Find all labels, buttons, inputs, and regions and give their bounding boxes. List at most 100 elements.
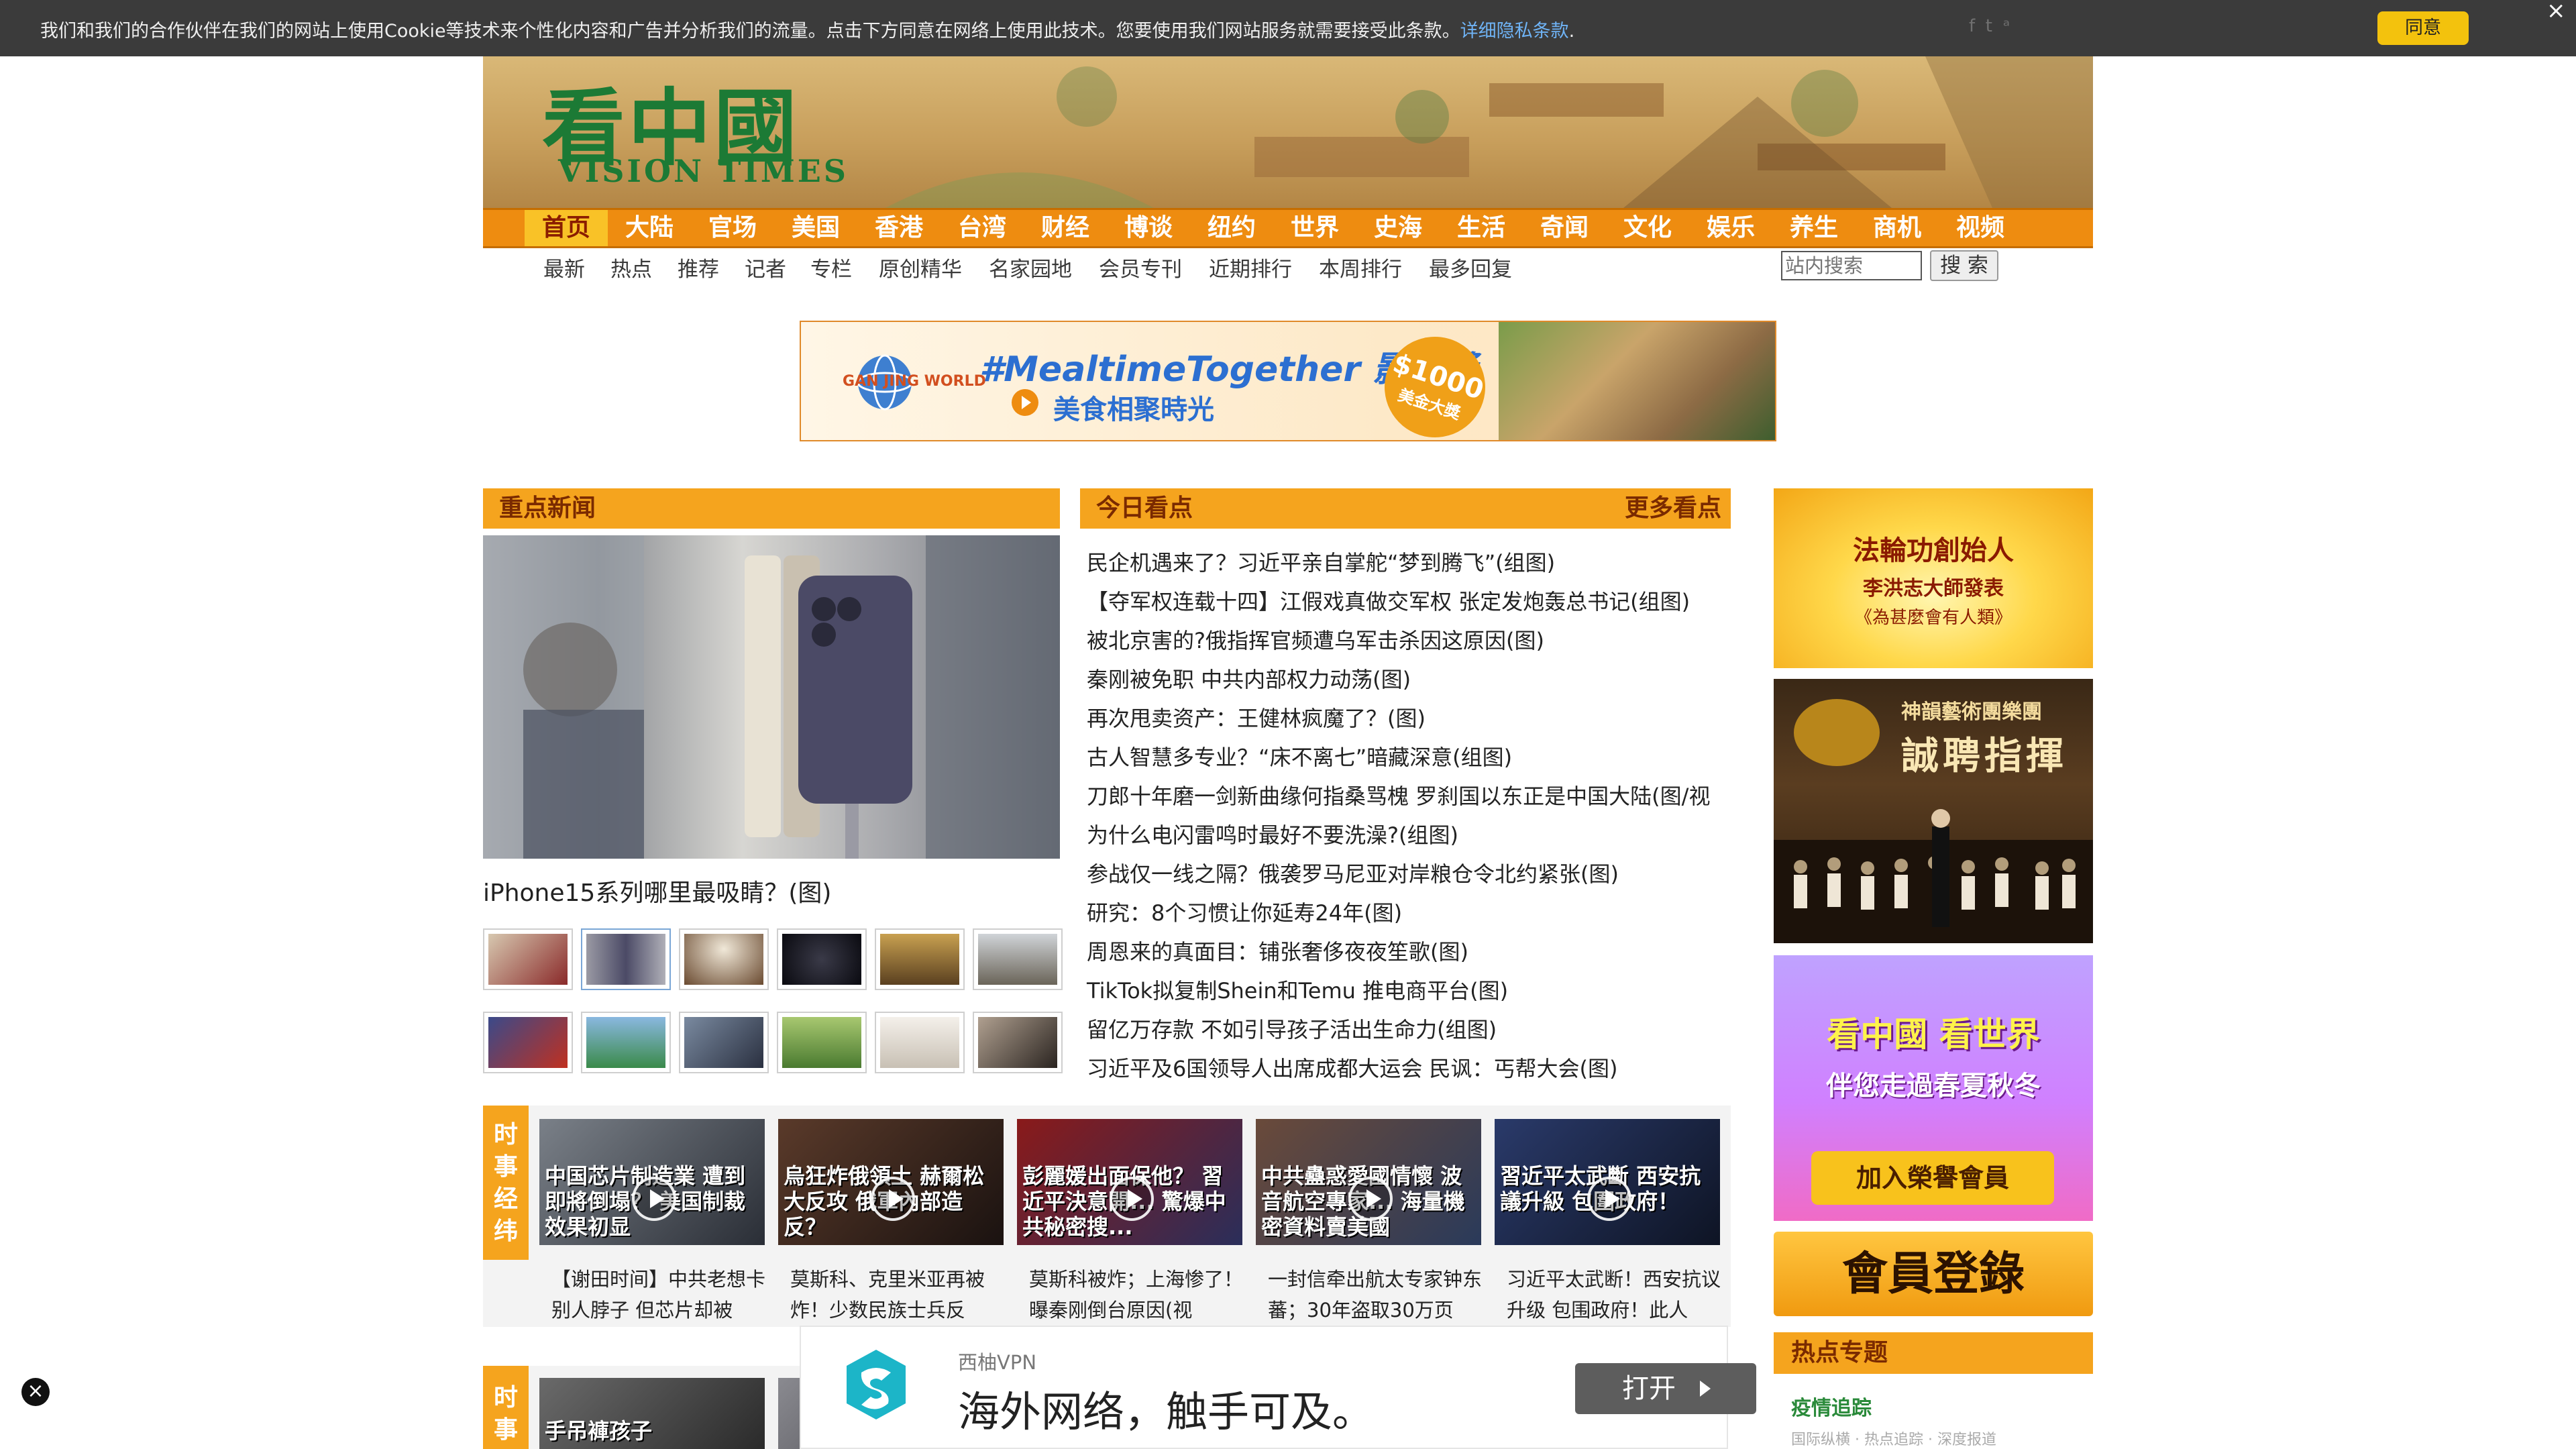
subnav-reporters[interactable]: 记者 — [745, 252, 786, 282]
hot-topic-link[interactable]: 国际纵横 · 热点追踪 · 深度报道 — [1791, 1428, 1996, 1449]
nav-item-entertainment[interactable]: 娱乐 — [1689, 210, 1772, 246]
nav-item-newyork[interactable]: 纽约 — [1190, 210, 1273, 246]
nav-item-usa[interactable]: 美国 — [774, 210, 857, 246]
news-link[interactable]: 周恩来的真面目：铺张奢侈夜夜笙歌(图) — [1087, 935, 1468, 966]
news-thumbnail[interactable] — [483, 928, 573, 990]
more-highlights-link[interactable]: 更多看点 — [1625, 488, 1721, 529]
news-link[interactable]: 为什么电闪雷鸣时最好不要洗澡?(组图) — [1087, 818, 1458, 849]
join-membership-button[interactable]: 加入榮譽會員 — [1811, 1151, 2054, 1205]
subnav-columns[interactable]: 专栏 — [810, 252, 852, 282]
subnav-originals[interactable]: 原创精华 — [879, 252, 962, 282]
news-thumbnail[interactable] — [679, 1012, 769, 1073]
nav-item-taiwan[interactable]: 台湾 — [941, 210, 1024, 246]
subnav-recommended[interactable]: 推荐 — [678, 252, 719, 282]
nav-item-oddities[interactable]: 奇闻 — [1523, 210, 1606, 246]
news-link[interactable]: 民企机遇来了？习近平亲自掌舵“梦到腾飞”(组图) — [1087, 546, 1555, 577]
news-thumbnail[interactable] — [875, 1012, 965, 1073]
nav-item-life[interactable]: 生活 — [1440, 210, 1523, 246]
news-thumbnail[interactable] — [777, 928, 867, 990]
news-thumbnail[interactable] — [581, 1012, 671, 1073]
nav-item-officialdom[interactable]: 官场 — [691, 210, 774, 246]
news-thumbnail[interactable] — [875, 928, 965, 990]
subnav-latest[interactable]: 最新 — [543, 252, 585, 282]
facebook-icon[interactable]: f — [1969, 16, 1986, 36]
focus-news-header: 重点新闻 — [483, 488, 1060, 529]
subnav-week-rank[interactable]: 本周排行 — [1319, 252, 1402, 282]
nav-item-world[interactable]: 世界 — [1273, 210, 1356, 246]
play-icon[interactable] — [1348, 1177, 1393, 1221]
video-thumbnail[interactable]: 習近平太武斷 西安抗議升級 包圍政府！ — [1495, 1119, 1720, 1245]
privacy-terms-link[interactable]: 详细隐私条款 — [1460, 21, 1569, 42]
vpn-name: 西柚VPN — [958, 1351, 1037, 1374]
news-thumbnail[interactable] — [483, 1012, 573, 1073]
mealtime-ad-banner[interactable]: GAN JING WORLD #MealtimeTogether 影片獎 美食相… — [800, 321, 1776, 441]
play-icon[interactable] — [632, 1177, 676, 1221]
news-link[interactable]: TikTok拟复制Shein和Temu 推电商平台(图) — [1087, 974, 1508, 1005]
play-icon[interactable] — [1587, 1177, 1631, 1221]
vision-times-membership-ad[interactable]: 看中國 看世界 伴您走過春夏秋冬 加入榮譽會員 — [1774, 955, 2093, 1221]
nav-item-mainland[interactable]: 大陆 — [608, 210, 691, 246]
search-button[interactable]: 搜 索 — [1930, 250, 1998, 281]
news-link[interactable]: 习近平及6国领导人出席成都大运会 民讽：丐帮大会(图) — [1087, 1052, 1618, 1083]
member-login-button[interactable]: 會員登錄 — [1774, 1232, 2093, 1316]
nav-item-hongkong[interactable]: 香港 — [857, 210, 941, 246]
news-link[interactable]: 留亿万存款 不如引导孩子活出生命力(组图) — [1087, 1013, 1497, 1044]
video-caption[interactable]: 【谢田时间】中共老想卡别人脖子 但芯片却被 — [551, 1264, 773, 1326]
vpn-logo-icon — [847, 1350, 906, 1419]
close-ad-icon[interactable]: × — [21, 1378, 50, 1406]
nav-item-culture[interactable]: 文化 — [1606, 210, 1689, 246]
nav-item-home[interactable]: 首页 — [525, 210, 608, 246]
play-icon[interactable] — [871, 1177, 915, 1221]
video-thumbnail[interactable]: 中国芯片制造業 遭到即將倒塌？ 美国制裁效果初显 — [539, 1119, 765, 1245]
nav-item-finance[interactable]: 财经 — [1024, 210, 1107, 246]
featured-news-caption[interactable]: iPhone15系列哪里最吸睛？(图) — [483, 873, 831, 908]
shenyun-orchestra-ad[interactable]: 神韻藝術團樂團 誠聘指揮 — [1774, 679, 2093, 943]
video-caption[interactable]: 莫斯科、克里米亚再被炸！少数民族士兵反 — [790, 1264, 1012, 1326]
news-link[interactable]: 秦刚被免职 中共内部权力动荡(图) — [1087, 663, 1411, 694]
subnav-experts[interactable]: 名家园地 — [989, 252, 1072, 282]
video-thumbnail[interactable]: 烏狂炸俄領土 赫爾松大反攻 俄軍內部造反？ — [778, 1119, 1004, 1245]
falun-gong-article-ad[interactable]: 法輪功創始人 李洪志大師發表 《為甚麼會有人類》 — [1774, 488, 2093, 668]
nav-item-forum[interactable]: 博谈 — [1107, 210, 1190, 246]
news-thumbnail[interactable] — [973, 1012, 1063, 1073]
news-thumbnail[interactable] — [679, 928, 769, 990]
video-caption[interactable]: 莫斯科被炸；上海惨了！曝秦刚倒台原因(视 — [1029, 1264, 1250, 1326]
main-navigation: 首页 大陆 官场 美国 香港 台湾 财经 博谈 纽约 世界 史海 生活 奇闻 文… — [483, 208, 2093, 248]
vpn-ad-popup[interactable]: 西柚VPN 海外网络，触手可及。 打开 — [800, 1326, 1756, 1449]
nav-item-business[interactable]: 商机 — [1856, 210, 1939, 246]
cookie-agree-button[interactable]: 同意 — [2377, 11, 2469, 45]
featured-news-image[interactable] — [483, 535, 1060, 859]
vpn-open-button[interactable]: 打开 — [1575, 1363, 1756, 1414]
nav-item-history[interactable]: 史海 — [1356, 210, 1440, 246]
cookie-close-icon[interactable]: × — [2546, 0, 2566, 24]
news-link[interactable]: 再次甩卖资产：王健林疯魔了？(图) — [1087, 702, 1426, 733]
site-search-input[interactable] — [1781, 251, 1922, 280]
subnav-recent-rank[interactable]: 近期排行 — [1209, 252, 1292, 282]
news-link[interactable]: 古人智慧多专业？“床不离七”暗藏深意(组图) — [1087, 741, 1512, 771]
subnav-most-replies[interactable]: 最多回复 — [1429, 252, 1512, 282]
news-link[interactable]: 刀郎十年磨一剑新曲缘何指桑骂槐 罗刹国以东正是中国大陆(图/视 — [1087, 780, 1710, 810]
video-caption[interactable]: 习近平太武断！西安抗议升级 包围政府！此人 — [1507, 1264, 1728, 1326]
subnav-hot[interactable]: 热点 — [610, 252, 652, 282]
video-thumbnail[interactable]: 手吊褲孩子 — [539, 1378, 765, 1449]
hot-topic-link[interactable]: 疫情追踪 — [1791, 1391, 1872, 1421]
news-link[interactable]: 研究：8个习惯让你延寿24年(图) — [1087, 896, 1402, 927]
news-link[interactable]: 【夺军权连载十四】江假戏真做交军权 张定发炮轰总书记(组图) — [1087, 585, 1690, 616]
video-caption[interactable]: 一封信牵出航太专家钟东蕃；30年盗取30万页 — [1268, 1264, 1489, 1326]
video-thumbnail[interactable]: 彭麗媛出面保他？ 習近平決意開... 驚爆中共秘密搜... — [1017, 1119, 1242, 1245]
play-icon[interactable] — [1110, 1177, 1154, 1221]
video-thumbnail[interactable]: 中共蠱惑愛國情懷 波音航空專家... 海量機密資料賣美國 — [1256, 1119, 1481, 1245]
news-thumbnail[interactable] — [973, 928, 1063, 990]
nav-item-video[interactable]: 视频 — [1939, 210, 2022, 246]
ad-photo — [1499, 322, 1775, 440]
video-section-tag: 时事 — [483, 1366, 529, 1449]
twitter-icon[interactable]: t — [1986, 16, 2003, 36]
news-thumbnail[interactable] — [777, 1012, 867, 1073]
news-thumbnail[interactable] — [581, 928, 671, 990]
rss-icon[interactable]: ᵃ — [2003, 16, 2021, 36]
subnav-member[interactable]: 会员专刊 — [1099, 252, 1182, 282]
nav-item-health[interactable]: 养生 — [1772, 210, 1856, 246]
news-link[interactable]: 被北京害的?俄指挥官频遭乌军击杀因这原因(图) — [1087, 624, 1544, 655]
news-link[interactable]: 参战仅一线之隔？俄袭罗马尼亚对岸粮仓令北约紧张(图) — [1087, 857, 1619, 888]
iphone-photo — [483, 535, 1060, 859]
